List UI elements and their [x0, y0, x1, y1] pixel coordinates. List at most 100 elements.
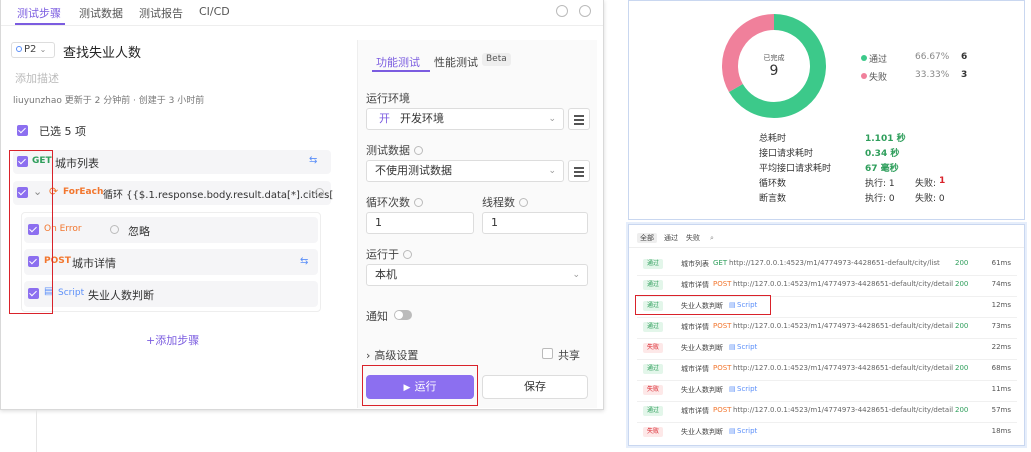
- beta-badge: Beta: [482, 53, 511, 66]
- active-tab-indicator: [372, 70, 430, 72]
- step-post-city-detail[interactable]: POST 城市详情 ⇆: [24, 249, 318, 275]
- duration: 57ms: [991, 406, 1011, 414]
- stat-loops-label: 循环数: [759, 179, 787, 189]
- step-name: 城市详情: [681, 281, 709, 289]
- stat-loops-value: 执行: 1: [865, 179, 895, 189]
- duration: 68ms: [991, 364, 1011, 372]
- duration: 74ms: [991, 280, 1011, 288]
- notify-toggle[interactable]: [394, 310, 412, 320]
- step-foreach[interactable]: ⌄ ⟳ ForEach 循环 {{$.1.response.body.resul…: [13, 181, 334, 205]
- priority-value: P2: [24, 44, 37, 55]
- result-row[interactable]: 通过 城市详情 POST http://127.0.0.1:4523/m1/47749…: [637, 360, 1017, 378]
- env-select[interactable]: 开开发环境 ⌄: [366, 108, 564, 130]
- help-icon: [110, 225, 119, 234]
- filter-pass[interactable]: 通过: [661, 233, 681, 243]
- step-script[interactable]: ▤ Script 失业人数判断: [24, 281, 318, 307]
- tab-functional-test[interactable]: 功能测试: [376, 54, 420, 70]
- request-url: http://127.0.0.1:4523/m1/4774973-4428651…: [733, 322, 954, 330]
- result-row[interactable]: 通过 城市列表 GET http://127.0.0.1:4523/m1/477497…: [637, 255, 1017, 273]
- priority-dot-icon: [16, 46, 22, 52]
- info-icon: [414, 198, 423, 207]
- plus-icon: +: [146, 334, 156, 347]
- tab-test-steps[interactable]: 测试步骤: [17, 5, 61, 21]
- method-badge: POST: [713, 406, 732, 414]
- result-row[interactable]: 失败 失业人数判断 ▤ Script 11ms: [637, 381, 1017, 399]
- test-data-value: 不使用测试数据: [375, 164, 452, 177]
- env-menu-icon[interactable]: [568, 108, 590, 130]
- duration: 11ms: [991, 385, 1011, 393]
- link-icon[interactable]: ⇆: [309, 155, 321, 166]
- chevron-right-icon: ›: [366, 349, 371, 362]
- run-on-label: 运行于: [366, 246, 412, 262]
- loop-label: 循环次数: [366, 194, 423, 210]
- step-on-error[interactable]: On Error 忽略: [24, 217, 318, 243]
- history-icon[interactable]: [556, 5, 568, 17]
- priority-select[interactable]: P2 ⌄: [11, 42, 55, 58]
- stat-request-time-value: 0.34 秒: [865, 149, 900, 159]
- case-title[interactable]: 查找失业人数: [63, 42, 141, 61]
- run-on-select[interactable]: 本机 ⌄: [366, 264, 588, 286]
- stat-asserts-label: 断言数: [759, 194, 787, 204]
- step-name: 城市列表: [55, 157, 99, 170]
- highlight-checkboxes: [9, 150, 53, 314]
- advanced-settings[interactable]: › 高级设置: [366, 347, 418, 363]
- tab-test-data[interactable]: 测试数据: [79, 5, 123, 21]
- highlight-run-button: [362, 365, 478, 406]
- stat-asserts-value: 执行: 0: [865, 194, 895, 204]
- add-step-button[interactable]: +添加步骤: [146, 332, 199, 348]
- script-icon: ▤: [729, 385, 736, 393]
- duration: 12ms: [991, 301, 1011, 309]
- request-url: http://127.0.0.1:4523/m1/4774973-4428651…: [733, 364, 954, 372]
- duration: 22ms: [991, 343, 1011, 351]
- divider: [36, 410, 37, 452]
- search-icon[interactable]: ⌕: [707, 233, 717, 243]
- method-badge: ForEach: [63, 187, 104, 197]
- step-name: 城市详情: [72, 257, 116, 270]
- description-input[interactable]: 添加描述: [15, 70, 59, 86]
- add-step-label: 添加步骤: [155, 334, 200, 347]
- save-button[interactable]: 保存: [482, 375, 588, 399]
- data-menu-icon[interactable]: [568, 160, 590, 182]
- tab-performance-test[interactable]: 性能测试: [434, 54, 478, 70]
- tab-test-report[interactable]: 测试报告: [139, 5, 183, 21]
- share-checkbox[interactable]: [542, 348, 553, 359]
- legend-pass-pct: 66.67%: [915, 52, 950, 62]
- method-badge: Script: [58, 288, 85, 298]
- link-icon[interactable]: [579, 5, 591, 17]
- loop-count-input[interactable]: 1: [366, 212, 474, 234]
- status-badge: 通过: [643, 322, 663, 332]
- share-label: 共享: [558, 349, 580, 362]
- result-row[interactable]: 失败 失业人数判断 ▤ Script 18ms: [637, 423, 1017, 441]
- stat-asserts-fail: 失败: 0: [915, 194, 945, 204]
- chevron-down-icon: ⌄: [548, 114, 556, 124]
- chevron-down-icon: ⌄: [572, 270, 580, 280]
- status-badge: 失败: [643, 343, 663, 353]
- info-icon: [403, 250, 412, 259]
- status-code: 200: [955, 259, 969, 267]
- method-badge: GET: [713, 259, 728, 267]
- step-get-city-list[interactable]: GET 城市列表 ⇆: [13, 150, 331, 174]
- step-name: 城市列表: [681, 260, 709, 268]
- run-results-panel: 全部 通过 失败 ⌕ 通过 城市列表 GET http://127.0.0.1:452…: [628, 224, 1025, 446]
- result-row[interactable]: 失败 失业人数判断 ▤ Script 22ms: [637, 339, 1017, 357]
- tab-ci-cd[interactable]: CI/CD: [199, 5, 230, 18]
- status-badge: 失败: [643, 385, 663, 395]
- test-data-select[interactable]: 不使用测试数据 ⌄: [366, 160, 564, 182]
- filter-fail[interactable]: 失败: [683, 233, 703, 243]
- thread-count-input[interactable]: 1: [482, 212, 588, 234]
- status-badge: 通过: [643, 280, 663, 290]
- method-badge: POST: [713, 280, 732, 288]
- filter-all[interactable]: 全部: [637, 233, 657, 243]
- legend-fail-pct: 33.33%: [915, 70, 950, 80]
- selected-count: 已选 5 项: [39, 125, 86, 138]
- info-icon: [414, 146, 423, 155]
- result-row[interactable]: 通过 城市详情 POST http://127.0.0.1:4523/m1/47749…: [637, 276, 1017, 294]
- request-url: http://127.0.0.1:4523/m1/4774973-4428651…: [729, 259, 940, 267]
- step-name: 循环 {{$.1.response.body.result.data[*].ci…: [103, 190, 334, 201]
- select-all-checkbox[interactable]: [17, 125, 28, 136]
- link-icon[interactable]: ⇆: [300, 256, 312, 267]
- status-code: 200: [955, 406, 969, 414]
- case-tabs: 测试步骤 测试数据 测试报告 CI/CD: [1, 0, 603, 26]
- result-row[interactable]: 通过 城市详情 POST http://127.0.0.1:4523/m1/47749…: [637, 318, 1017, 336]
- result-row[interactable]: 通过 城市详情 POST http://127.0.0.1:4523/m1/47749…: [637, 402, 1017, 420]
